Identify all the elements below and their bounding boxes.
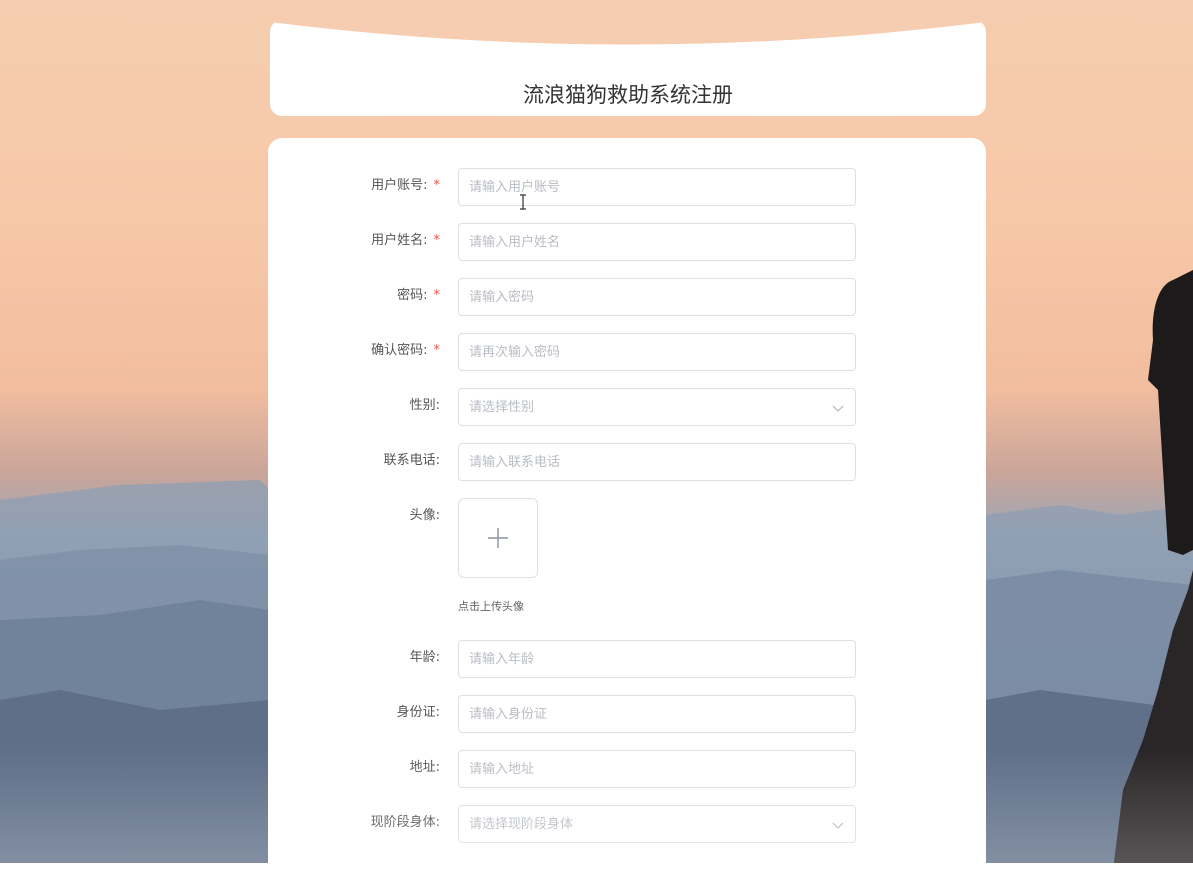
confirm-password-input[interactable] bbox=[459, 334, 829, 370]
page-title: 流浪猫狗救助系统注册 bbox=[523, 83, 733, 107]
field-row-phone: 联系电话: bbox=[268, 443, 986, 483]
field-row-confirm-password: 确认密码: * bbox=[268, 333, 986, 373]
age-field[interactable] bbox=[458, 640, 856, 678]
field-label: 用户姓名: * bbox=[371, 233, 441, 248]
address-input[interactable] bbox=[459, 751, 829, 787]
phone-field[interactable] bbox=[458, 443, 856, 481]
chevron-down-icon bbox=[832, 822, 844, 829]
field-label: 年龄: bbox=[409, 650, 440, 665]
field-label: 现阶段身体: bbox=[370, 815, 440, 830]
field-row-idcard: 身份证: bbox=[268, 695, 986, 735]
realname-field[interactable] bbox=[458, 223, 856, 261]
field-label: 密码: * bbox=[397, 288, 441, 303]
required-mark: * bbox=[433, 178, 441, 193]
password-input[interactable] bbox=[459, 279, 829, 315]
required-mark: * bbox=[433, 343, 441, 358]
field-label: 地址: bbox=[409, 760, 440, 775]
chevron-down-icon bbox=[832, 405, 844, 412]
gender-select[interactable]: 请选择性别 bbox=[458, 388, 856, 426]
field-label: 用户账号: * bbox=[371, 178, 441, 193]
text-cursor-icon bbox=[520, 194, 526, 210]
title-card: 流浪猫狗救助系统注册 bbox=[270, 20, 986, 116]
field-label: 头像: bbox=[409, 508, 440, 523]
idcard-field[interactable] bbox=[458, 695, 856, 733]
field-label: 性别: bbox=[409, 398, 440, 413]
field-row-gender: 性别: 请选择性别 bbox=[268, 388, 986, 428]
field-row-realname: 用户姓名: * bbox=[268, 223, 986, 263]
realname-input[interactable] bbox=[459, 224, 829, 260]
field-label: 确认密码: * bbox=[371, 343, 441, 358]
field-row-address: 地址: bbox=[268, 750, 986, 790]
field-row-avatar: 头像: bbox=[268, 498, 986, 538]
avatar-upload-button[interactable] bbox=[458, 498, 538, 578]
idcard-input[interactable] bbox=[459, 696, 829, 732]
confirm-password-field[interactable] bbox=[458, 333, 856, 371]
plus-icon bbox=[488, 528, 508, 548]
required-mark: * bbox=[433, 233, 441, 248]
age-input[interactable] bbox=[459, 641, 829, 677]
address-field[interactable] bbox=[458, 750, 856, 788]
upload-hint: 点击上传头像 bbox=[458, 600, 524, 613]
health-select-placeholder: 请选择现阶段身体 bbox=[469, 817, 574, 832]
field-row-username: 用户账号: * bbox=[268, 168, 986, 208]
username-input[interactable] bbox=[459, 169, 829, 205]
required-mark: * bbox=[433, 288, 441, 303]
password-field[interactable] bbox=[458, 278, 856, 316]
field-row-age: 年龄: bbox=[268, 640, 986, 680]
climber-silhouette-image bbox=[1113, 270, 1193, 863]
field-row-password: 密码: * bbox=[268, 278, 986, 318]
field-label: 身份证: bbox=[396, 705, 440, 720]
title-card-arc bbox=[270, 20, 986, 45]
field-label: 联系电话: bbox=[383, 453, 440, 468]
health-select[interactable]: 请选择现阶段身体 bbox=[458, 805, 856, 843]
gender-select-placeholder: 请选择性别 bbox=[469, 400, 535, 415]
field-row-health: 现阶段身体: 请选择现阶段身体 bbox=[268, 805, 986, 845]
phone-input[interactable] bbox=[459, 444, 829, 480]
